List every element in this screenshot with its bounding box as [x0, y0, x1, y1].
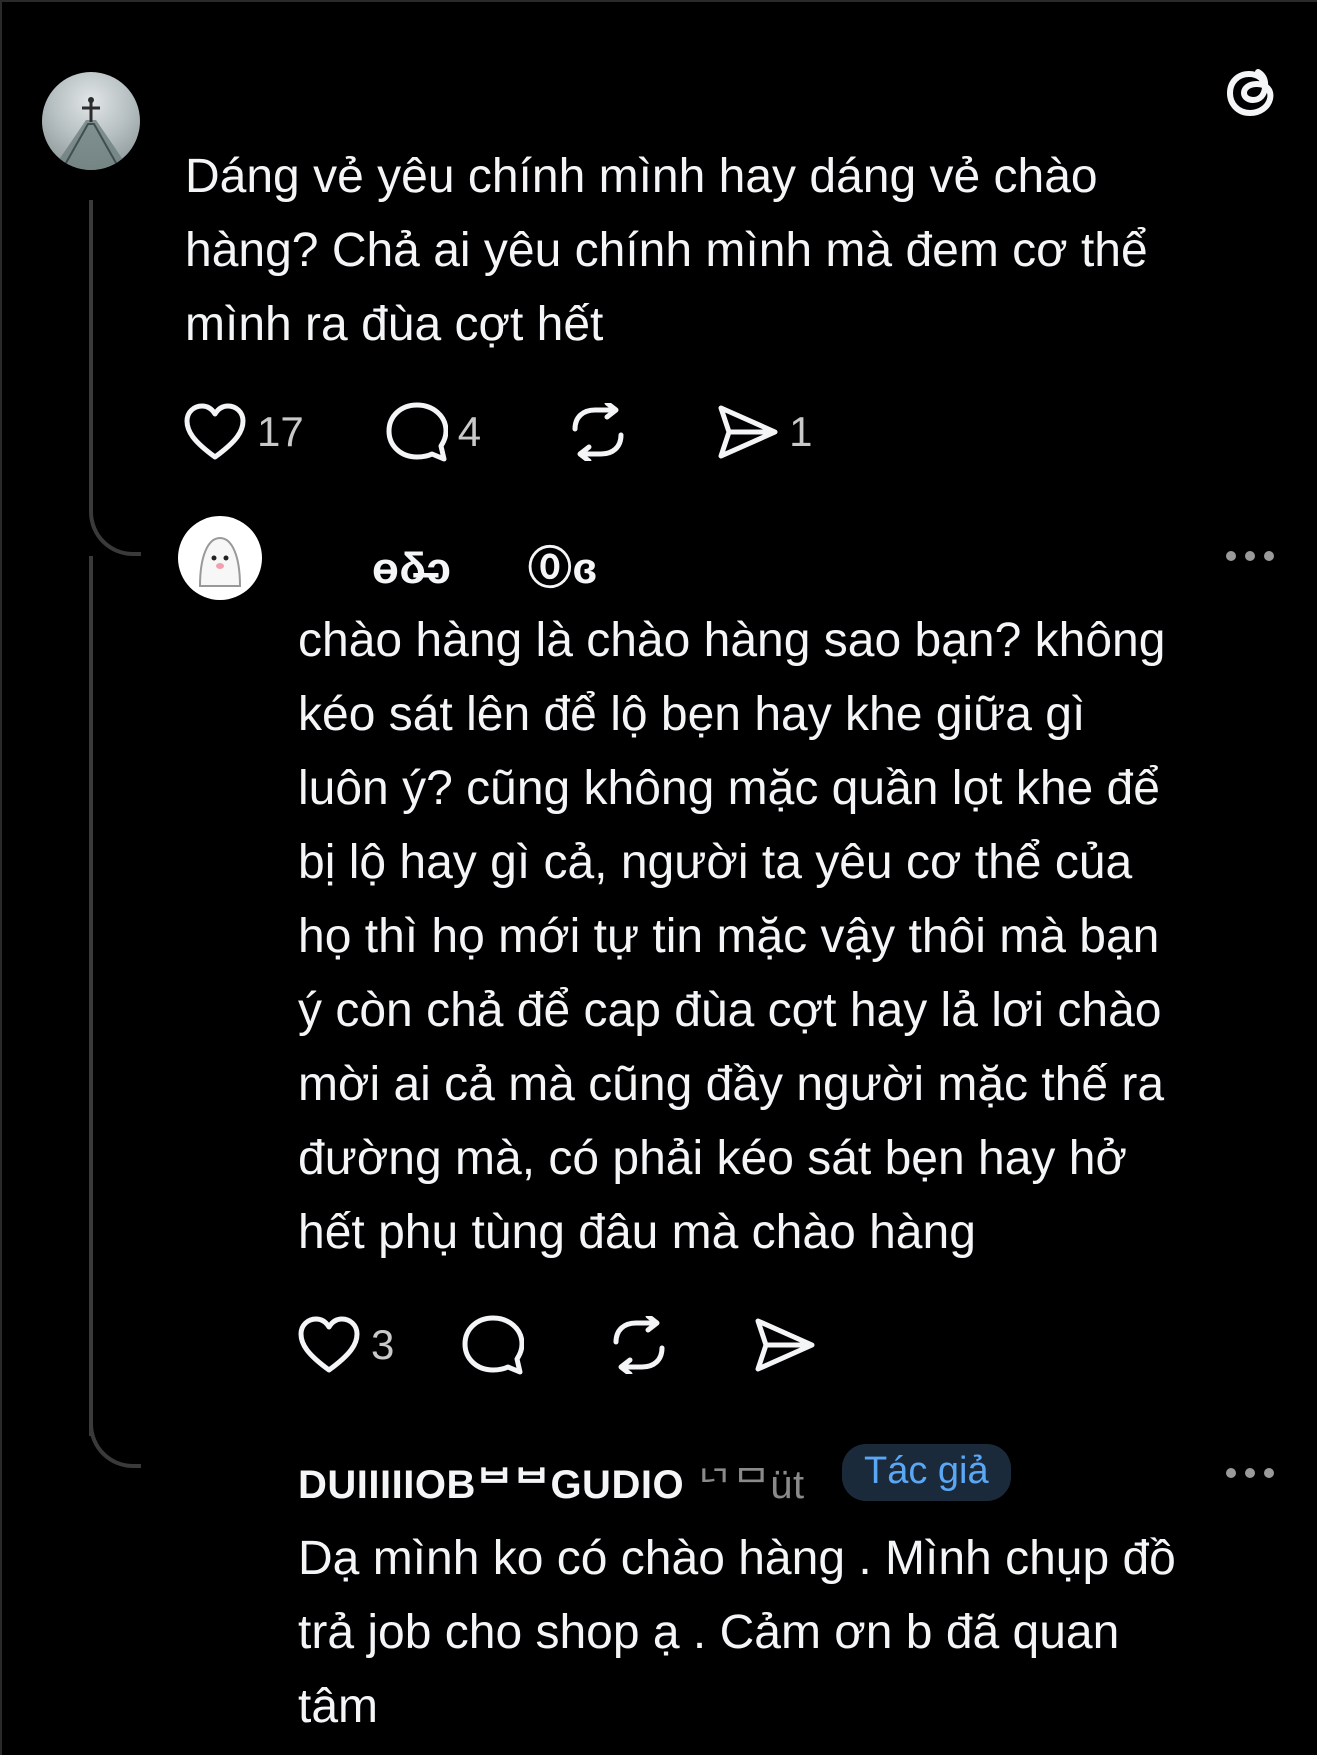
heart-icon — [298, 1316, 360, 1373]
repost-icon — [572, 403, 624, 461]
share-count: 1 — [789, 408, 813, 455]
send-icon — [718, 405, 778, 459]
reply1-like-count: 3 — [371, 1321, 395, 1368]
reply1-share-button[interactable] — [754, 1317, 816, 1373]
reply2-username-text: DUIIIIIOBᄇᄇGUDIO — [298, 1463, 685, 1507]
reply2-text: Dạ mình ko có chào hàng . Mình chụp đồ t… — [298, 1532, 1176, 1733]
post-author-avatar[interactable] — [42, 72, 140, 170]
reply2-more-button[interactable] — [1226, 1468, 1274, 1478]
reply1-more-button[interactable] — [1226, 551, 1274, 561]
send-icon — [755, 1318, 815, 1372]
reply1-avatar[interactable] — [178, 516, 262, 600]
heart-icon — [184, 403, 246, 460]
reply1-repost-button[interactable] — [608, 1316, 670, 1374]
post-text: Dáng vẻ yêu chính mình hay dáng vẻ chào … — [185, 150, 1148, 351]
reply1-username[interactable]: ɵδ̶̶ↄ ⓪ɞ — [372, 532, 598, 596]
reply2-username[interactable]: DUIIIIIOBᄇᄇGUDIO ᄓᄆüt — [298, 1452, 805, 1510]
thread-connector-reply2 — [89, 1420, 141, 1468]
reply1-comment-button[interactable] — [462, 1315, 525, 1375]
comment-icon — [386, 402, 448, 462]
repost-icon — [613, 1316, 665, 1374]
thread-line-lower — [89, 556, 93, 1436]
threads-logo-icon[interactable] — [1222, 60, 1280, 124]
comment-count: 4 — [457, 408, 482, 455]
post-actions: 17 4 1 — [183, 402, 812, 462]
reply1-like-button[interactable]: 3 — [297, 1316, 394, 1374]
reply2-timestamp: ᄓᄆüt — [695, 1463, 805, 1507]
repost-button[interactable] — [567, 403, 629, 461]
like-count: 17 — [257, 408, 304, 455]
thread-connector-reply1 — [89, 500, 141, 556]
like-button[interactable]: 17 — [183, 403, 304, 461]
comment-icon — [462, 1315, 525, 1375]
thread-line — [89, 200, 93, 510]
share-button[interactable]: 1 — [717, 404, 812, 460]
comment-button[interactable]: 4 — [386, 402, 481, 462]
author-badge: Tác giả — [842, 1444, 1011, 1501]
reply1-actions: 3 — [297, 1315, 816, 1375]
reply1-text: chào hàng là chào hàng sao bạn? không ké… — [298, 614, 1166, 1259]
